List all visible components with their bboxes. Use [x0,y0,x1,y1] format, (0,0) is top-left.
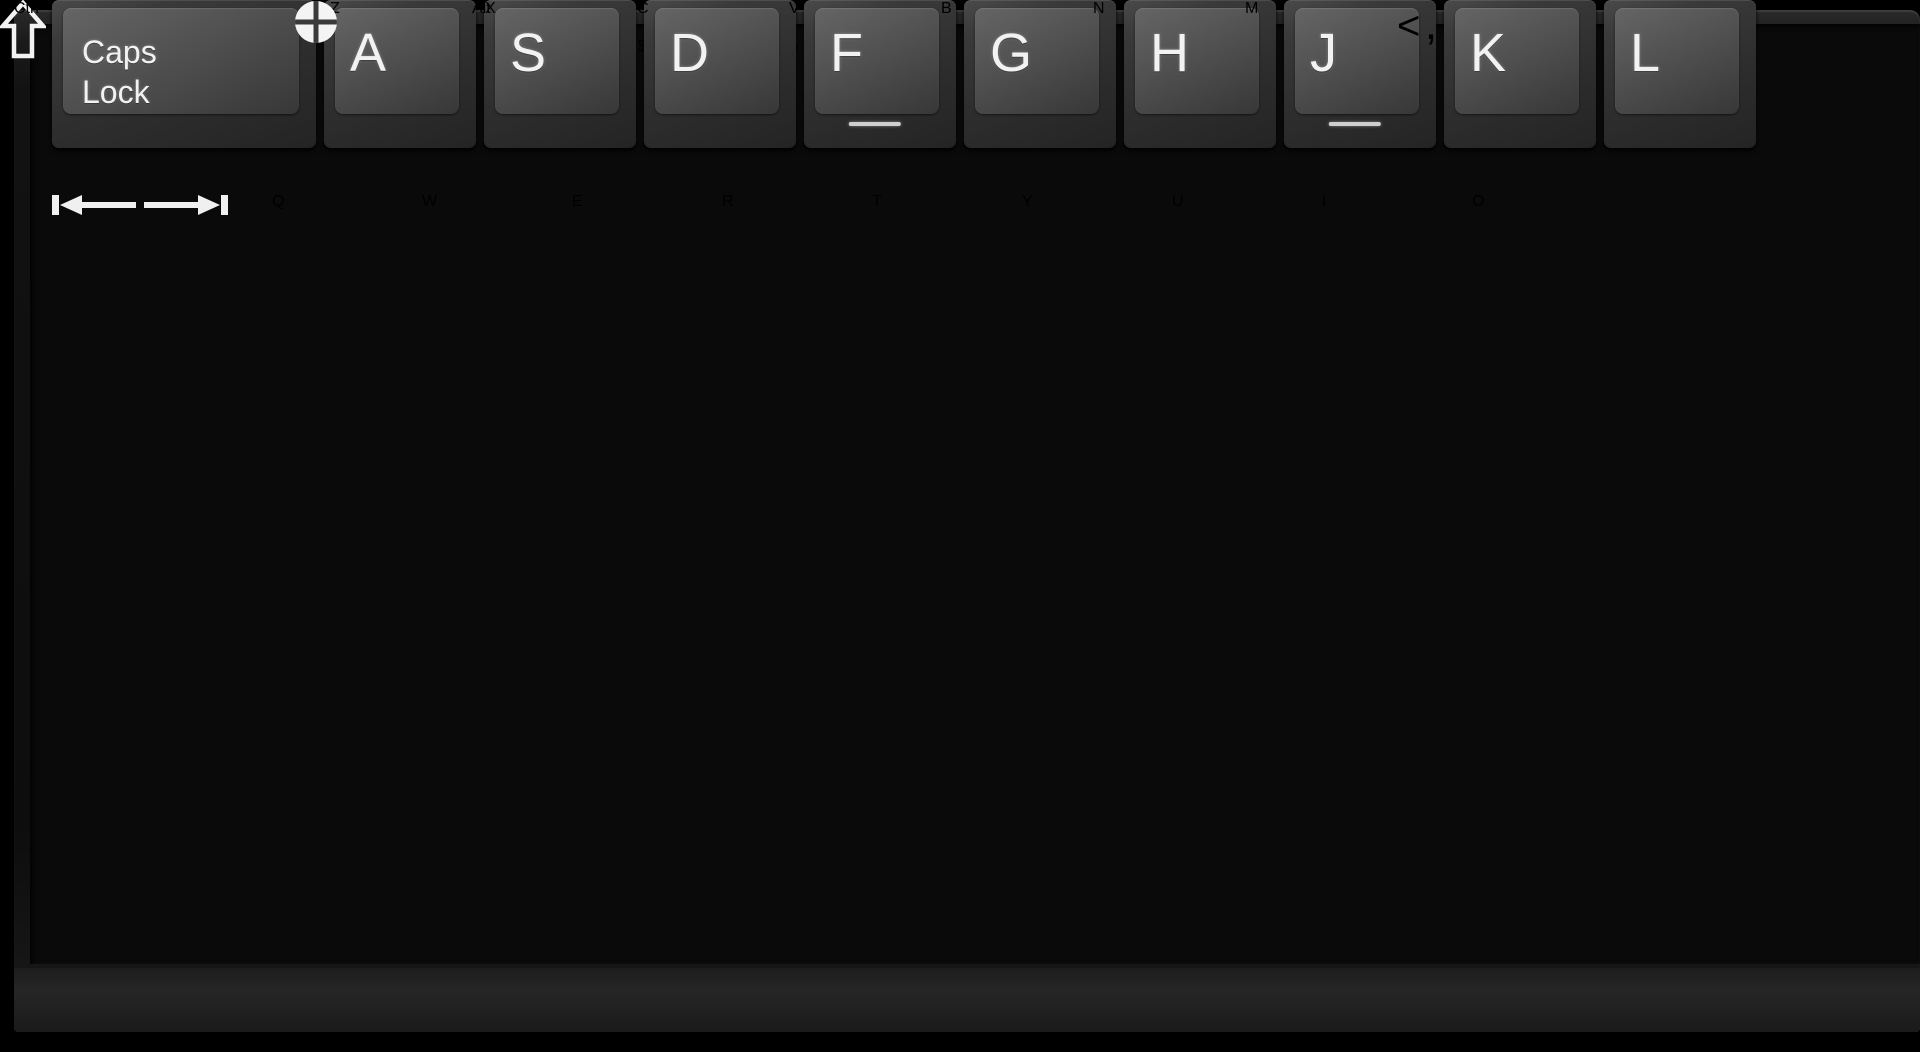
key-y[interactable]: Y [1022,193,1172,211]
key-super[interactable] [294,0,456,49]
key-well-recess [30,24,1920,964]
key-left-alt[interactable]: Alt [472,0,658,18]
key-e[interactable]: E [572,193,722,211]
key-u[interactable]: U [1172,193,1322,211]
key-q[interactable]: Q [272,193,422,211]
key-t[interactable]: T [872,193,1022,211]
key-w[interactable]: W [422,193,572,211]
shift-arrow-icon [0,0,48,64]
key-legend: T [872,193,882,210]
key-legend: E [572,193,583,210]
key-i[interactable]: I [1322,193,1472,211]
key-legend: R [722,193,734,210]
qwerty-row: Q W E R T Y U I O [52,193,1622,222]
keyboard-scene: ~ ` \ ! 1 @ 2 # 3 $ 4 % 5 [0,0,1920,1052]
key-legend: I [1322,193,1327,210]
key-r[interactable]: R [722,193,872,211]
tab-arrows-group [52,195,229,221]
key-legend: Y [1022,193,1033,210]
key-tab[interactable] [52,193,272,222]
key-legend: U [1172,193,1184,210]
windows-logo-icon [294,1,338,48]
key-legend: Alt [472,0,491,17]
key-legend: Q [272,193,285,210]
key-legend: O [1472,193,1485,210]
key-legend: W [422,193,438,210]
homing-bar-icon [1328,122,1381,126]
arrow-left-to-bar-icon [52,195,136,215]
arrow-right-to-bar-icon [144,195,229,215]
key-o[interactable]: O [1472,193,1622,211]
key-left-ctrl[interactable]: Ctrl [14,0,268,18]
homing-bar-icon [848,122,901,126]
keyboard-bottom-lip [14,968,1920,1032]
bottom-row: Ctrl Alt [0,0,1666,49]
key-legend: Ctrl [14,0,39,17]
